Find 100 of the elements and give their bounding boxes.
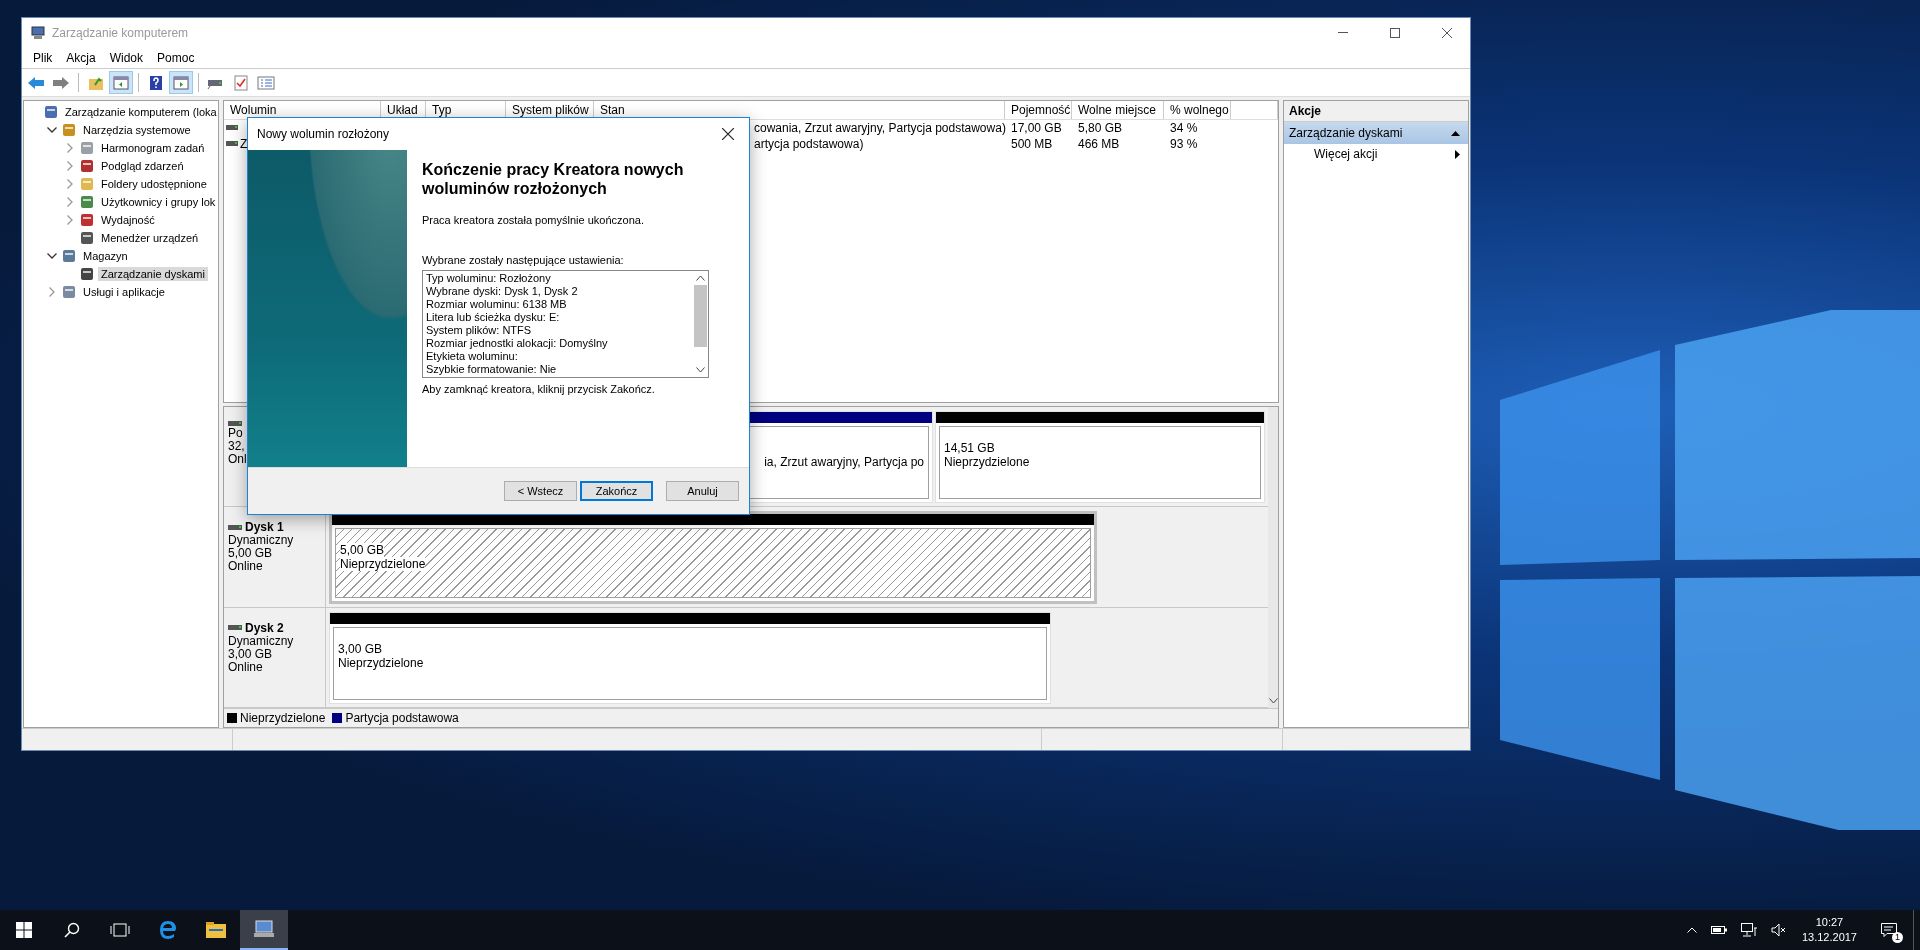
dialog-title: Nowy wolumin rozłożony <box>257 127 390 141</box>
partition-details: ia, Zrzut awaryjny, Partycja po <box>764 455 924 469</box>
setting-line: Szybkie formatowanie: Nie <box>426 363 558 376</box>
scroll-thumb[interactable] <box>694 285 707 347</box>
chevron-right-icon[interactable] <box>67 143 73 153</box>
partition-details: Nieprzydzielone <box>944 455 1030 469</box>
minimize-icon <box>1338 32 1348 33</box>
tree-item[interactable]: Wydajność <box>98 213 158 227</box>
clock[interactable]: 10:27 13.12.2017 <box>1793 915 1865 945</box>
legend-label: Nieprzydzielone <box>240 711 326 725</box>
chevron-right-icon[interactable] <box>49 287 55 297</box>
wizard-text: Aby zamknąć kreatora, kliknij przycisk Zakończ. <box>422 383 656 395</box>
setting-line: Litera lub ścieżka dysku: E: <box>426 311 561 324</box>
tree-item[interactable]: Harmonogram zadań <box>98 141 208 155</box>
partition-details: Nieprzydzielone <box>338 655 424 670</box>
tree-item[interactable]: Usługi i aplikacje <box>80 285 168 299</box>
tree-item[interactable]: Zarządzanie komputerem (loka <box>62 105 220 119</box>
chevron-down-icon[interactable] <box>47 127 57 133</box>
maximize-icon <box>1390 27 1400 38</box>
help-icon <box>148 74 164 91</box>
column-header[interactable]: % wolnego <box>1164 101 1231 119</box>
chevron-right-icon[interactable] <box>67 215 73 225</box>
menu-item[interactable]: Widok <box>102 48 151 67</box>
partition-size: 3,00 GB <box>338 641 383 656</box>
chevron-right-icon[interactable] <box>67 197 73 207</box>
setting-line: Wybrane dyski: Dysk 1, Dysk 2 <box>426 285 579 298</box>
tree-item[interactable]: Foldery udostępnione <box>98 177 210 191</box>
table-cell-text: 17,00 GB <box>1010 121 1063 135</box>
section-title: Zarządzanie dyskami <box>1289 126 1403 140</box>
partition-size: 5,00 GB <box>340 543 385 558</box>
forward-arrow-icon <box>52 75 70 90</box>
disk-type: Dynamiczny <box>228 534 295 548</box>
tree-item[interactable]: Magazyn <box>80 249 131 263</box>
chevron-up-icon[interactable] <box>1686 927 1697 933</box>
search-icon <box>64 922 80 938</box>
tree-item[interactable]: Użytkownicy i grupy lok <box>98 195 219 209</box>
disk-name: Dysk 1 <box>245 521 284 535</box>
scroll-up-icon <box>696 275 705 281</box>
settings-list[interactable] <box>422 270 709 378</box>
setting-line: Typ woluminu: Rozłożony <box>426 272 552 285</box>
partition-block[interactable]: 5,00 GB Nieprzydzielone <box>329 511 1097 604</box>
column-header[interactable]: Wolne miejsce <box>1072 101 1164 119</box>
tree-item[interactable]: Podgląd zdarzeń <box>98 159 187 173</box>
scrollbar[interactable] <box>1268 407 1278 708</box>
partition-block[interactable]: 3,00 GB Nieprzydzielone <box>329 611 1051 704</box>
menu-item[interactable]: Akcja <box>59 48 103 67</box>
partition-size: 14,51 GB <box>944 441 995 455</box>
tree-item[interactable]: Menedżer urządzeń <box>98 231 202 245</box>
dialog-button[interactable]: Zakończ <box>580 481 653 501</box>
computer-management-icon <box>30 24 46 41</box>
actions-header: Akcje <box>1284 101 1468 122</box>
table-cell-text: 93 % <box>1169 137 1199 151</box>
partition-details: Nieprzydzielone <box>340 557 426 572</box>
settings-label: Wybrane zostały następujące ustawienia: <box>422 254 625 266</box>
notification-button[interactable]: 1 <box>1865 910 1913 950</box>
table-cell-text: 5,80 GB <box>1077 121 1124 135</box>
tree-item[interactable]: Narzędzia systemowe <box>80 123 194 137</box>
speech-bubble-icon <box>1881 923 1897 937</box>
column-header[interactable]: Pojemność <box>1005 101 1072 119</box>
action-label: Więcej akcji <box>1314 147 1378 161</box>
window-title: Zarządzanie komputerem <box>52 25 189 40</box>
chevron-down-icon[interactable] <box>47 253 57 259</box>
wizard-text: Praca kreatora została pomyślnie ukończona. <box>422 214 645 226</box>
scroll-down-icon <box>1268 698 1278 704</box>
disk-type: Dynamiczny <box>228 634 295 648</box>
dialog-button[interactable]: Anuluj <box>666 481 739 501</box>
table-cell-text: 34 % <box>1169 121 1199 135</box>
setting-line: Rozmiar jednostki alokacji: Domyślny <box>426 337 609 350</box>
action-item[interactable]: Więcej akcji <box>1284 144 1468 164</box>
chevron-right-icon[interactable] <box>67 161 73 171</box>
browser-e-icon <box>158 920 178 940</box>
taskbar-app[interactable] <box>240 910 288 950</box>
battery-icon[interactable] <box>1710 925 1727 935</box>
submenu-triangle-icon <box>1455 149 1460 159</box>
table-cell: cowania, Zrzut awaryjny, Partycja podstawowa) <box>754 121 1006 135</box>
close-icon <box>722 128 734 140</box>
legend-label: Partycja podstawowa <box>345 711 459 725</box>
table-cell-text: 466 MB <box>1077 137 1121 151</box>
scroll-down-icon <box>696 367 705 373</box>
clock-time: 10:27 <box>1815 915 1844 930</box>
wizard-heading: Kończenie pracy Kreatora nowych woluminów rozłożonych <box>422 160 685 198</box>
network-icon[interactable] <box>1740 923 1757 937</box>
setting-line: System plików: NTFS <box>426 324 533 337</box>
actions-section[interactable]: Zarządzanie dyskami <box>1284 122 1468 144</box>
chevron-right-icon[interactable] <box>67 179 73 189</box>
tree-item[interactable]: Zarządzanie dyskami <box>98 267 208 281</box>
disk-type: Po <box>228 427 244 440</box>
menu-item[interactable]: Pomoc <box>150 48 202 67</box>
computer-management-icon <box>253 919 275 939</box>
table-cell-text: 500 MB <box>1010 137 1054 151</box>
checklist-icon <box>234 74 248 91</box>
pane-icon <box>113 74 129 91</box>
close-icon <box>1442 27 1452 38</box>
table-cell: artycja podstawowa) <box>754 137 864 151</box>
partition-block[interactable]: 14,51 GB Nieprzydzielone <box>935 411 1265 504</box>
back-arrow-icon <box>27 75 45 90</box>
menu-item[interactable]: Plik <box>26 48 60 67</box>
speaker-muted-icon[interactable] <box>1770 923 1787 937</box>
pane-icon <box>173 74 189 91</box>
dialog-button[interactable]: < Wstecz <box>504 481 577 501</box>
